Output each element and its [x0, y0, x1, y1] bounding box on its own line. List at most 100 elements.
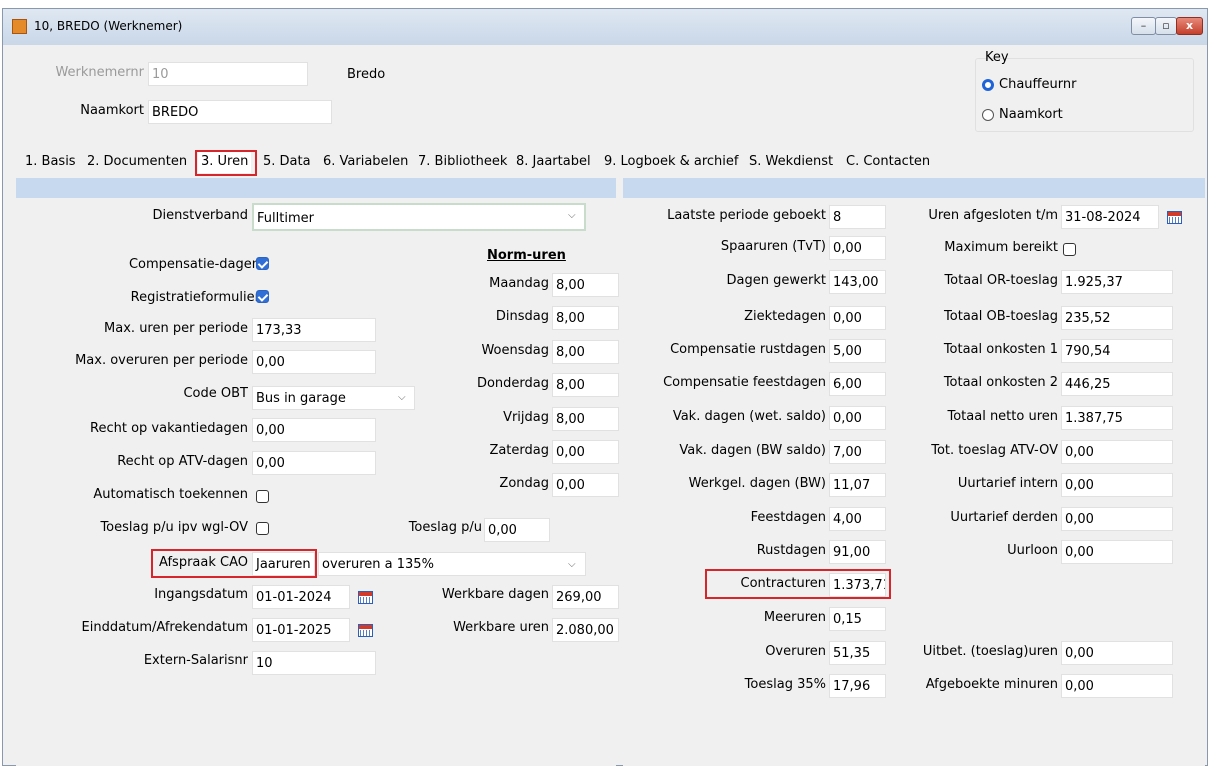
uurtarief-derden-field[interactable]: 0,00 [1061, 507, 1173, 531]
vak-dagen-bw-label: Vak. dagen (BW saldo) [679, 443, 826, 458]
meeruren-field[interactable]: 0,15 [829, 607, 886, 631]
totaal-onkosten-1-field[interactable]: 790,54 [1061, 339, 1173, 363]
tab-contacten[interactable]: C. Contacten [843, 151, 933, 173]
naamkort-field[interactable]: BREDO [148, 100, 332, 124]
afspraak-cao-select[interactable]: overuren a 135% [318, 552, 586, 576]
recht-atv-field[interactable]: 0,00 [252, 451, 376, 475]
tab-variabelen[interactable]: 6. Variabelen [320, 151, 411, 173]
uurloon-field[interactable]: 0,00 [1061, 540, 1173, 564]
afspraak-cao-code-field[interactable]: Jaaruren [252, 552, 315, 576]
ingangsdatum-field[interactable]: 01-01-2024 [252, 585, 350, 609]
calendar-icon[interactable] [358, 624, 373, 637]
app-icon [12, 19, 27, 34]
compensatie-rustdagen-field[interactable]: 5,00 [829, 339, 886, 363]
compensatie-rustdagen-label: Compensatie rustdagen [670, 342, 826, 357]
tab-logboek[interactable]: 9. Logboek & archief [601, 151, 742, 173]
compensatie-feestdagen-field[interactable]: 6,00 [829, 372, 886, 396]
norm-day-field[interactable]: 8,00 [552, 273, 619, 297]
extern-salarisnr-field[interactable]: 10 [252, 651, 376, 675]
rustdagen-label: Rustdagen [756, 543, 826, 558]
registratie-label: Registratieformulier [130, 290, 260, 305]
close-button[interactable]: x [1176, 17, 1203, 35]
code-obt-select[interactable]: Bus in garage [252, 386, 415, 410]
totaal-netto-uren-label: Totaal netto uren [947, 409, 1058, 424]
totaal-netto-uren-field[interactable]: 1.387,75 [1061, 406, 1173, 430]
max-overuren-field[interactable]: 0,00 [252, 350, 376, 374]
norm-day-field[interactable]: 0,00 [552, 473, 619, 497]
naamkort-label: Naamkort [80, 103, 144, 118]
spaaruren-field[interactable]: 0,00 [829, 236, 886, 260]
uurtarief-intern-label: Uurtarief intern [957, 476, 1058, 491]
uurtarief-intern-field[interactable]: 0,00 [1061, 473, 1173, 497]
uurloon-label: Uurloon [1007, 543, 1058, 558]
compensatie-checkbox[interactable] [256, 257, 269, 270]
toeslag-pu-ipv-checkbox[interactable] [256, 522, 269, 535]
dagen-gewerkt-field[interactable]: 143,00 [829, 270, 886, 294]
restore-button[interactable]: ▫ [1155, 17, 1177, 35]
vak-dagen-bw-field[interactable]: 7,00 [829, 440, 886, 464]
norm-day-field[interactable]: 8,00 [552, 407, 619, 431]
norm-day-label: Zondag [499, 476, 549, 491]
norm-day-field[interactable]: 8,00 [552, 373, 619, 397]
calendar-icon[interactable] [358, 591, 373, 604]
vak-dagen-wet-field[interactable]: 0,00 [829, 406, 886, 430]
norm-uren-title: Norm-uren [487, 248, 566, 263]
recht-vakantie-label: Recht op vakantiedagen [90, 421, 248, 436]
werkgel-dagen-field[interactable]: 11,07 [829, 473, 886, 497]
werkbare-uren-field[interactable]: 2.080,00 [552, 618, 619, 642]
contracturen-label: Contracturen [740, 576, 826, 591]
norm-day-label: Maandag [489, 276, 549, 291]
compensatie-label: Compensatie-dagen [128, 257, 260, 272]
norm-day-field[interactable]: 8,00 [552, 340, 619, 364]
contracturen-field[interactable]: 1.373,71 [829, 573, 886, 597]
rustdagen-field[interactable]: 91,00 [829, 540, 886, 564]
ziektedagen-label: Ziektedagen [744, 309, 826, 324]
feestdagen-field[interactable]: 4,00 [829, 507, 886, 531]
einddatum-field[interactable]: 01-01-2025 [252, 618, 350, 642]
key-option-chauffeurnr: Chauffeurnr [999, 77, 1077, 92]
tab-documenten[interactable]: 2. Documenten [84, 151, 190, 173]
tab-wekdienst[interactable]: S. Wekdienst [746, 151, 836, 173]
totaal-onkosten-2-field[interactable]: 446,25 [1061, 372, 1173, 396]
totaal-or-toeslag-field[interactable]: 1.925,37 [1061, 270, 1173, 294]
dienstverband-select[interactable]: Fulltimer [252, 203, 586, 231]
werknemernr-field[interactable]: 10 [148, 62, 308, 86]
calendar-icon[interactable] [1167, 211, 1182, 224]
totaal-ob-toeslag-field[interactable]: 235,52 [1061, 306, 1173, 330]
key-radio-naamkort[interactable] [982, 109, 994, 121]
tab-basis[interactable]: 1. Basis [22, 151, 79, 173]
afgeboekte-minuren-field[interactable]: 0,00 [1061, 674, 1173, 698]
werknemernr-label: Werknemernr [55, 65, 144, 80]
tab-data[interactable]: 5. Data [260, 151, 314, 173]
norm-day-label: Woensdag [481, 343, 549, 358]
toeslag-pu-field[interactable]: 0,00 [484, 518, 550, 542]
title-bar[interactable] [3, 9, 1207, 45]
recht-vakantie-field[interactable]: 0,00 [252, 418, 376, 442]
werkbare-dagen-field[interactable]: 269,00 [552, 585, 619, 609]
registratie-checkbox[interactable] [256, 290, 269, 303]
overuren-field[interactable]: 51,35 [829, 641, 886, 665]
tab-jaartabel[interactable]: 8. Jaartabel [513, 151, 594, 173]
tab-bibliotheek[interactable]: 7. Bibliotheek [415, 151, 510, 173]
max-uren-field[interactable]: 173,33 [252, 318, 376, 342]
uren-afgesloten-field[interactable]: 31-08-2024 [1061, 205, 1159, 229]
uitbet-toeslaguren-field[interactable]: 0,00 [1061, 641, 1173, 665]
tab-uren[interactable]: 3. Uren [198, 151, 252, 173]
max-uren-label: Max. uren per periode [104, 321, 248, 336]
laatste-periode-field[interactable]: 8 [829, 205, 886, 229]
totaal-onkosten-1-label: Totaal onkosten 1 [943, 342, 1058, 357]
ziektedagen-field[interactable]: 0,00 [829, 306, 886, 330]
auto-toekennen-checkbox[interactable] [256, 490, 269, 503]
spaaruren-label: Spaaruren (TvT) [720, 239, 826, 254]
norm-day-field[interactable]: 8,00 [552, 306, 619, 330]
key-radio-chauffeurnr[interactable] [982, 79, 994, 91]
toeslag-35-field[interactable]: 17,96 [829, 674, 886, 698]
werkgel-dagen-label: Werkgel. dagen (BW) [688, 476, 826, 491]
employee-name: Bredo [347, 67, 386, 82]
norm-day-label: Donderdag [476, 376, 549, 391]
minimize-button[interactable]: – [1131, 17, 1156, 35]
tot-toeslag-atv-field[interactable]: 0,00 [1061, 440, 1173, 464]
maximum-bereikt-checkbox[interactable] [1063, 243, 1076, 256]
compensatie-feestdagen-label: Compensatie feestdagen [663, 375, 826, 390]
norm-day-field[interactable]: 0,00 [552, 440, 619, 464]
